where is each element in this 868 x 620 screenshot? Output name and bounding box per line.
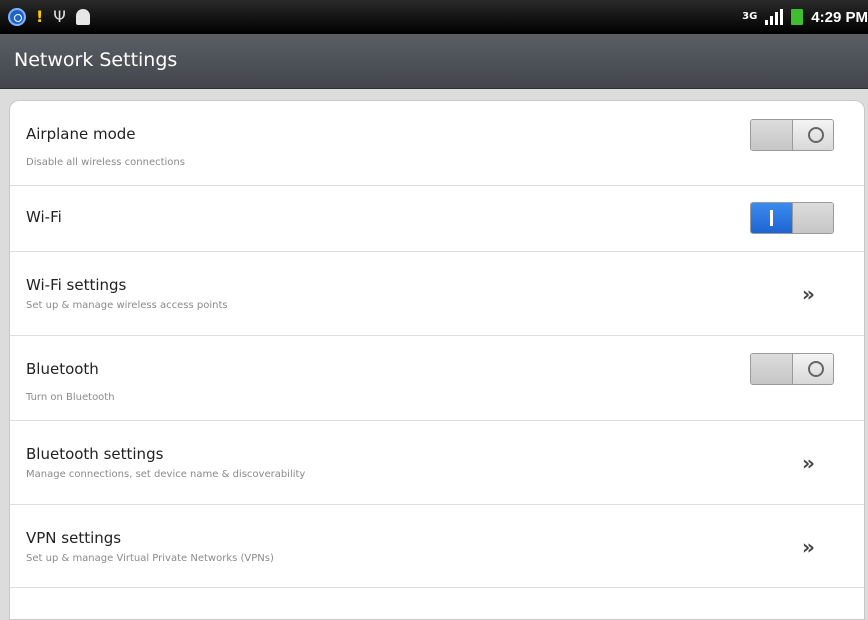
off-icon — [807, 361, 824, 377]
toggle-knob-off — [791, 354, 833, 384]
setting-row-vpn-settings[interactable]: VPN settings Set up & manage Virtual Pri… — [10, 505, 864, 588]
toggle-track — [751, 354, 792, 384]
setting-subtitle: Set up & manage Virtual Private Networks… — [26, 553, 274, 564]
chevron-right-icon: » — [802, 282, 815, 306]
android-debug-icon — [75, 9, 90, 25]
notification-icons: ! Ψ — [8, 6, 90, 28]
gps-icon — [8, 8, 26, 26]
setting-subtitle: Disable all wireless connections — [26, 157, 185, 168]
usb-icon: Ψ — [53, 7, 66, 26]
toggle-knob-off — [791, 120, 833, 150]
setting-row-wifi-settings[interactable]: Wi-Fi settings Set up & manage wireless … — [10, 252, 864, 336]
setting-row-airplane-mode[interactable]: Airplane mode Disable all wireless conne… — [10, 101, 864, 186]
status-bar: ! Ψ 3G 4:29 PM — [0, 0, 868, 34]
system-icons: 3G 4:29 PM — [742, 6, 868, 28]
setting-row-bluetooth-settings[interactable]: Bluetooth settings Manage connections, s… — [10, 421, 864, 505]
bluetooth-toggle[interactable] — [750, 353, 834, 385]
airplane-mode-toggle[interactable] — [750, 119, 834, 151]
page-title: Network Settings — [14, 49, 178, 71]
3g-icon: 3G — [742, 11, 758, 22]
setting-subtitle: Turn on Bluetooth — [26, 392, 115, 403]
signal-icon — [765, 9, 784, 25]
title-bar: Network Settings — [0, 34, 868, 89]
chevron-right-icon: » — [802, 451, 815, 475]
setting-row-bluetooth[interactable]: Bluetooth Turn on Bluetooth — [10, 336, 864, 421]
settings-list: Airplane mode Disable all wireless conne… — [9, 100, 865, 620]
setting-title: Bluetooth — [26, 360, 99, 378]
battery-icon — [791, 9, 804, 25]
setting-row-wifi[interactable]: Wi-Fi — [10, 186, 864, 252]
on-icon — [770, 210, 773, 226]
wifi-toggle[interactable] — [750, 202, 834, 234]
chevron-right-icon: » — [802, 535, 815, 559]
off-icon — [807, 127, 824, 143]
setting-title: VPN settings — [26, 529, 122, 547]
setting-title: Wi-Fi settings — [26, 276, 127, 294]
toggle-knob-on — [751, 203, 792, 233]
toggle-track — [791, 203, 833, 233]
setting-subtitle: Manage connections, set device name & di… — [26, 469, 306, 480]
warning-icon: ! — [36, 7, 44, 26]
setting-title: Bluetooth settings — [26, 445, 164, 463]
setting-title: Wi-Fi — [26, 208, 62, 226]
clock: 4:29 PM — [811, 8, 868, 26]
setting-title: Airplane mode — [26, 125, 136, 143]
setting-subtitle: Set up & manage wireless access points — [26, 300, 228, 311]
toggle-track — [751, 120, 792, 150]
